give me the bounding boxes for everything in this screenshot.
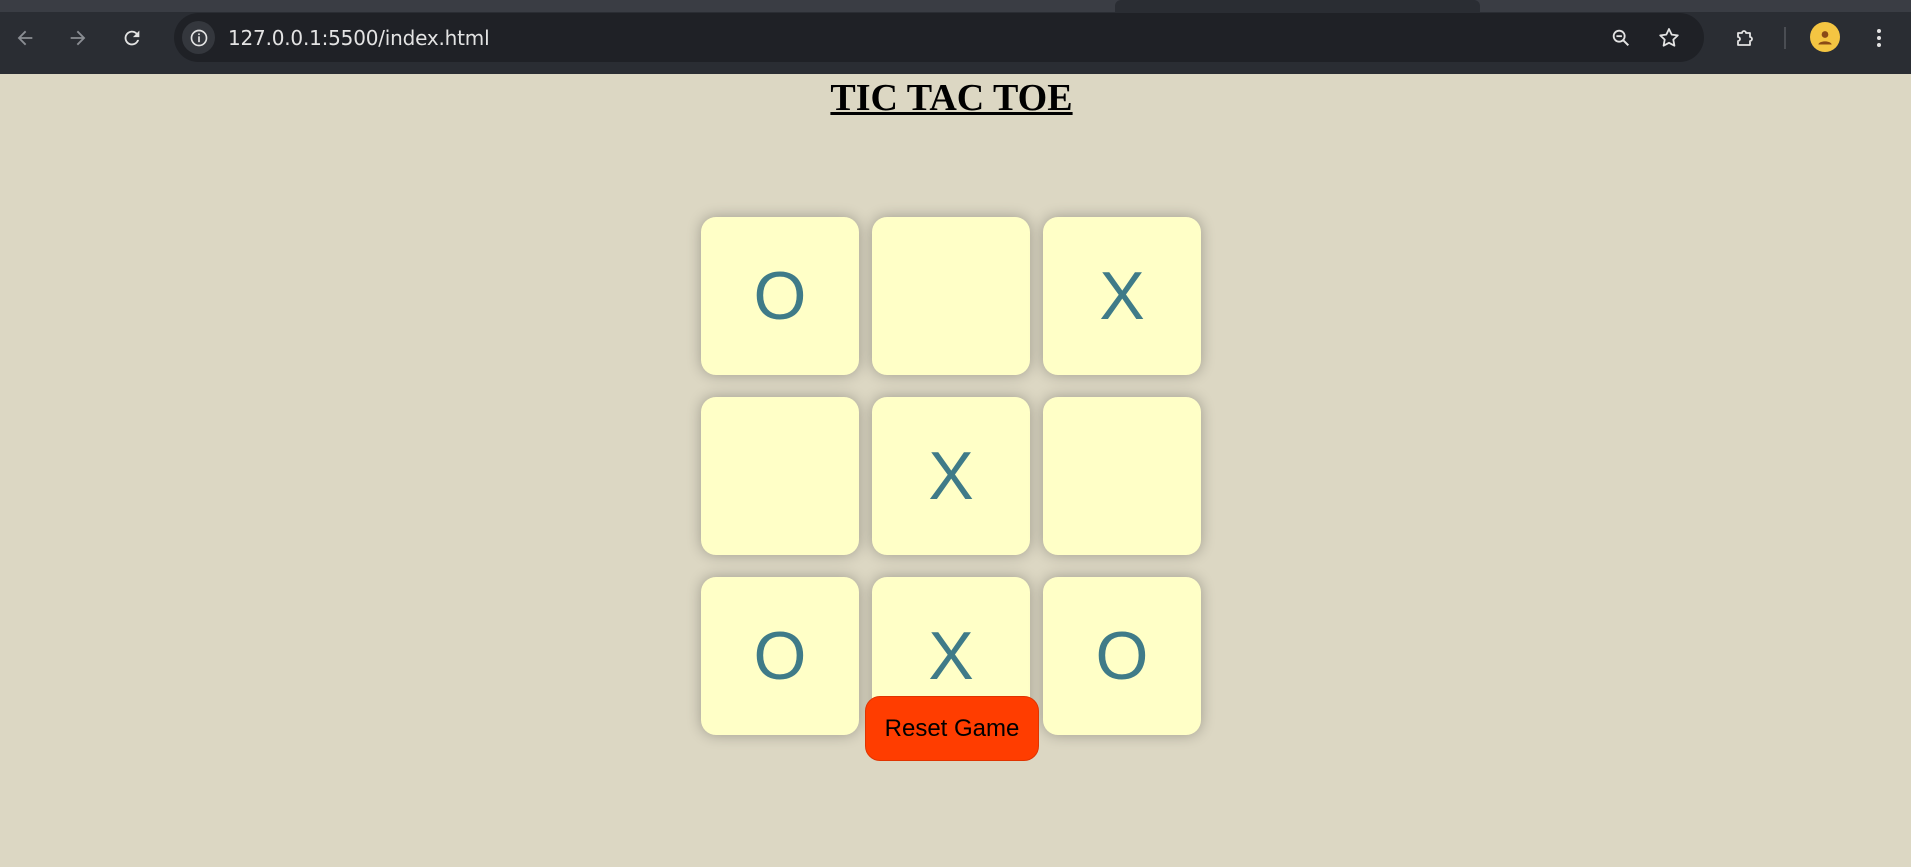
kebab-menu-icon [1877,29,1881,47]
board-cell-7[interactable]: O [701,577,859,735]
reload-button[interactable] [115,21,149,55]
profile-avatar[interactable] [1810,22,1840,52]
bookmark-button[interactable] [1654,23,1684,53]
board-cell-6[interactable] [1043,397,1201,555]
active-tab[interactable] [1115,0,1480,12]
board-cell-2[interactable] [872,217,1030,375]
board-cell-3[interactable]: X [1043,217,1201,375]
star-icon [1659,28,1679,47]
page-content: TIC TAC TOE O X X O X O Reset Game [0,74,1911,867]
extensions-button[interactable] [1728,21,1762,55]
board-cell-4[interactable] [701,397,859,555]
avatar-icon [1818,31,1832,45]
site-info-button[interactable] [182,21,215,54]
info-icon [190,29,207,46]
address-bar[interactable]: 127.0.0.1:5500/index.html [174,13,1704,62]
game-board: O X X O X O [701,217,1201,735]
page-title: TIC TAC TOE [830,77,1073,119]
board-cell-5[interactable]: X [872,397,1030,555]
browser-toolbar: 127.0.0.1:5500/index.html [0,0,1911,74]
zoom-button[interactable] [1606,23,1636,53]
tab-strip [0,0,1911,12]
menu-button[interactable] [1862,21,1896,55]
reset-game-button[interactable]: Reset Game [865,696,1039,761]
puzzle-icon [1737,30,1753,46]
board-cell-1[interactable]: O [701,217,859,375]
zoom-out-icon [1612,29,1630,47]
toolbar-divider [1784,27,1786,49]
board-cell-9[interactable]: O [1043,577,1201,735]
back-button[interactable] [8,21,42,55]
forward-button[interactable] [61,21,95,55]
url-text[interactable]: 127.0.0.1:5500/index.html [228,26,490,50]
arrow-left-icon [17,30,33,46]
reload-icon [124,30,140,46]
arrow-right-icon [70,30,86,46]
